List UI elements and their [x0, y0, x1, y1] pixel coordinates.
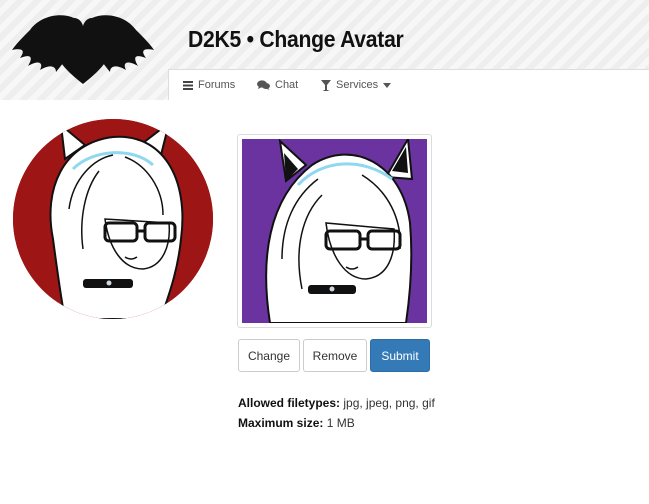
nav-item-services[interactable]: Services [321, 70, 392, 100]
glass-icon [321, 79, 331, 91]
page-title: D2K5 • Change Avatar [188, 26, 404, 52]
change-button[interactable]: Change [238, 339, 300, 372]
main-nav: Forums Chat Services [168, 69, 649, 100]
nav-item-label: Forums [198, 79, 236, 91]
maximum-size: Maximum size: 1 MB [238, 416, 355, 430]
remove-button[interactable]: Remove [303, 339, 367, 372]
maxsize-value: 1 MB [326, 416, 355, 430]
avatar-preview-frame [237, 134, 432, 328]
site-header: D2K5 • Change Avatar Forums Chat Service… [0, 0, 649, 100]
nav-item-forums[interactable]: Forums [183, 70, 235, 100]
winged-heart-icon[interactable] [12, 10, 154, 86]
avatar-preview-image [242, 139, 427, 323]
bars-icon [183, 80, 193, 90]
allowed-filetypes: Allowed filetypes: jpg, jpeg, png, gif [238, 396, 435, 410]
submit-button[interactable]: Submit [370, 339, 430, 372]
avatar-circle-preview [13, 119, 213, 319]
nav-item-chat[interactable]: Chat [257, 70, 298, 100]
caret-down-icon [383, 82, 392, 88]
filetypes-label: Allowed filetypes: [238, 396, 341, 410]
nav-item-label: Chat [275, 79, 299, 91]
avatar-character-illustration [13, 119, 213, 319]
filetypes-value: jpg, jpeg, png, gif [343, 396, 435, 410]
comments-icon [257, 80, 270, 90]
maxsize-label: Maximum size: [238, 416, 324, 430]
nav-item-label: Services [336, 79, 379, 91]
